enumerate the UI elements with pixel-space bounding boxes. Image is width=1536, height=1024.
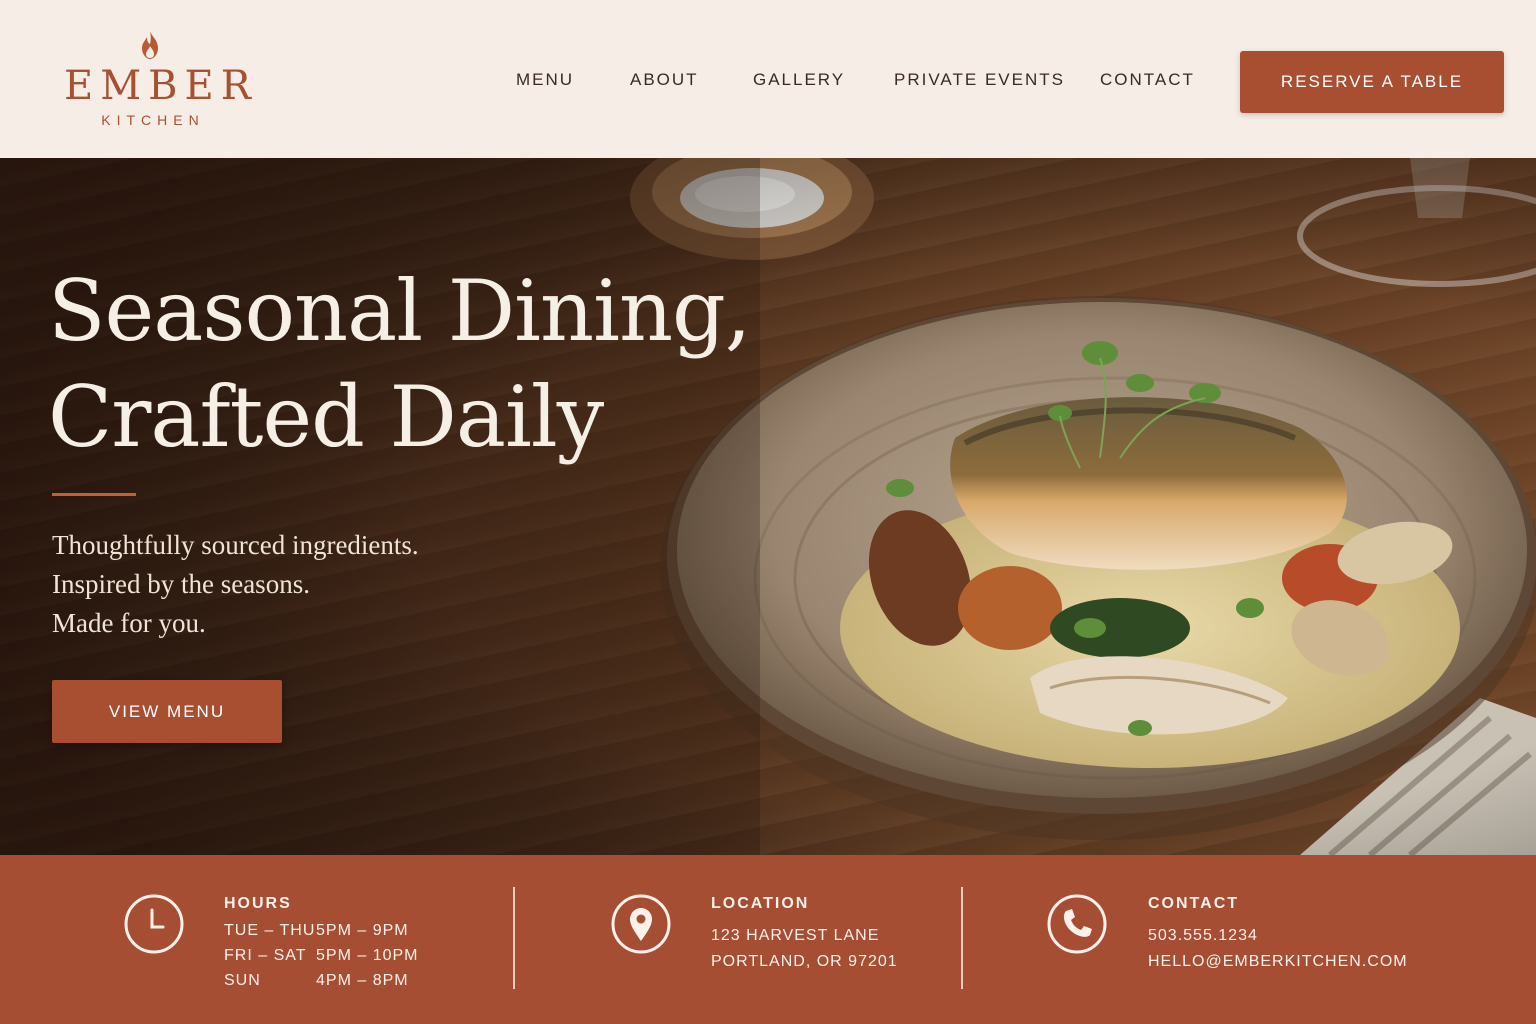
contact-phone[interactable]: 503.555.1234	[1148, 927, 1258, 945]
hero-section: Seasonal Dining, Crafted Daily Thoughtfu…	[0, 158, 1536, 855]
flame-icon	[142, 31, 158, 59]
location-heading: LOCATION	[711, 895, 810, 912]
hours-days: TUE – THU	[224, 922, 316, 939]
contact-email[interactable]: HELLO@EMBERKITCHEN.COM	[1148, 953, 1408, 971]
nav-about[interactable]: ABOUT	[630, 70, 699, 90]
nav-private-events[interactable]: PRIVATE EVENTS	[894, 70, 1065, 90]
location-address: 123 HARVEST LANE	[711, 927, 880, 944]
hero-tagline: Thoughtfully sourced ingredients. Inspir…	[52, 526, 419, 643]
nav-menu[interactable]: MENU	[516, 70, 574, 90]
brand-subtitle: KITCHEN	[101, 112, 205, 128]
reserve-table-button[interactable]: RESERVE A TABLE	[1240, 51, 1504, 113]
hero-title: Seasonal Dining, Crafted Daily	[48, 258, 808, 470]
brand-name: EMBER	[64, 63, 258, 109]
tagline-line: Inspired by the seasons.	[52, 569, 310, 599]
hero-title-line: Crafted Daily	[48, 368, 604, 466]
info-divider	[961, 887, 963, 989]
hours-time: 5PM – 9PM	[316, 922, 409, 939]
info-divider	[513, 887, 515, 989]
tagline-line: Made for you.	[52, 608, 206, 638]
nav-contact[interactable]: CONTACT	[1100, 70, 1195, 90]
hours-time: 5PM – 10PM	[316, 947, 419, 964]
tagline-line: Thoughtfully sourced ingredients.	[52, 530, 419, 560]
map-pin-icon	[611, 894, 671, 954]
nav-gallery[interactable]: GALLERY	[753, 70, 845, 90]
phone-icon	[1047, 894, 1107, 954]
brand-logo[interactable]: EMBER KITCHEN	[58, 30, 258, 128]
contact-heading: CONTACT	[1148, 895, 1240, 912]
clock-icon	[124, 894, 184, 954]
location-city: PORTLAND, OR 97201	[711, 953, 898, 970]
hours-days: SUN	[224, 972, 261, 989]
accent-divider	[52, 493, 136, 496]
info-bar: HOURS TUE – THU 5PM – 9PM FRI – SAT 5PM …	[0, 855, 1536, 1024]
hero-title-line: Seasonal Dining,	[48, 262, 752, 360]
view-menu-button[interactable]: VIEW MENU	[52, 680, 282, 743]
hours-time: 4PM – 8PM	[316, 972, 409, 989]
hours-heading: HOURS	[224, 895, 292, 912]
site-header: EMBER KITCHEN MENU ABOUT GALLERY PRIVATE…	[0, 0, 1536, 158]
hours-days: FRI – SAT	[224, 947, 307, 964]
